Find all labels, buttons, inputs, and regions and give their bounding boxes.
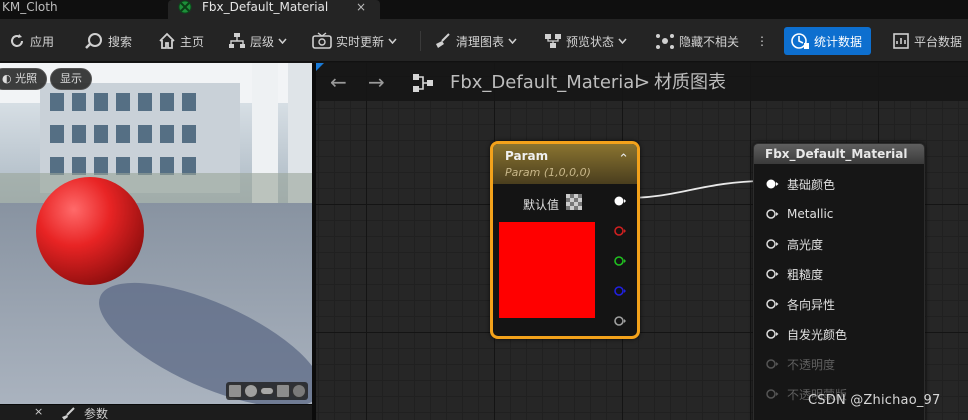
pin-empty-icon: [766, 209, 779, 219]
param-node-header[interactable]: Param Param (1,0,0,0) ⌃: [493, 144, 637, 184]
apply-button[interactable]: 应用: [8, 27, 54, 55]
home-button[interactable]: 主页: [158, 27, 204, 55]
hide-unrelated-button[interactable]: 隐藏不相关: [655, 27, 739, 55]
search-button[interactable]: 搜索: [84, 27, 132, 55]
tab-bar: KM_Cloth Fbx_Default_Material ×: [0, 0, 968, 19]
basecolor-wire: [627, 180, 767, 199]
hide-unrelated-icon: [656, 34, 674, 49]
close-panel-button[interactable]: ×: [34, 405, 43, 418]
plane-preview-icon[interactable]: [260, 387, 274, 395]
home-icon: [159, 32, 175, 49]
more-options-button[interactable]: ⋮: [756, 27, 768, 55]
pin-empty-icon: [766, 239, 779, 249]
input-pin-opacity: 不透明度: [766, 356, 835, 372]
output-pin-a[interactable]: [614, 316, 626, 326]
result-node-header[interactable]: Fbx_Default_Material: [754, 144, 924, 164]
material-graph-canvas[interactable]: ← → Fbx_Default_Material > 材质图表 Param Pa…: [316, 63, 968, 420]
input-pin-specular[interactable]: 高光度: [766, 236, 823, 252]
collapse-node-button[interactable]: ⌃: [618, 152, 629, 167]
param-vector-node[interactable]: Param Param (1,0,0,0) ⌃ 默认值: [490, 141, 640, 339]
search-icon: [85, 33, 102, 49]
cylinder-preview-icon[interactable]: [228, 384, 242, 398]
close-tab-button[interactable]: ×: [356, 0, 366, 15]
pin-empty-icon: [766, 329, 779, 339]
pin-empty-icon: [766, 269, 779, 279]
output-pin-b[interactable]: [614, 286, 626, 296]
live-update-dropdown[interactable]: 实时更新: [312, 27, 397, 55]
platform-icon: [893, 33, 909, 49]
clean-graph-dropdown[interactable]: 清理图表: [434, 27, 517, 55]
graph-breadcrumb-bar: ← → Fbx_Default_Material > 材质图表: [316, 63, 968, 101]
cube-preview-icon[interactable]: [276, 384, 290, 398]
tab-label: Fbx_Default_Material: [202, 0, 329, 14]
output-pin-r[interactable]: [614, 226, 626, 236]
more-icon: ⋮: [756, 34, 768, 48]
preview-scene: [0, 63, 312, 404]
graph-icon: [413, 74, 433, 92]
show-button[interactable]: 显示: [50, 68, 92, 90]
broom-icon: [436, 33, 450, 48]
input-pin-roughness[interactable]: 粗糙度: [766, 266, 823, 282]
preview-viewport[interactable]: ◐ 光照 显示: [0, 63, 312, 404]
forward-arrow-button[interactable]: →: [368, 72, 385, 92]
chevron-down-icon: [278, 38, 287, 44]
input-pin-emissive-color[interactable]: 自发光颜色: [766, 326, 847, 342]
back-arrow-button[interactable]: ←: [330, 72, 347, 92]
sphere-preview-icon[interactable]: [244, 384, 258, 398]
csdn-watermark: CSDN @Zhichao_97: [808, 393, 941, 408]
breadcrumb-separator: >: [635, 72, 651, 93]
pin-disabled-icon: [766, 359, 779, 369]
pin-disabled-icon: [766, 389, 779, 399]
default-value-label: 默认值: [523, 198, 560, 212]
pin-connected-icon: [766, 179, 779, 189]
output-pin-rgb[interactable]: [614, 196, 626, 206]
parameters-tab[interactable]: 参数: [84, 405, 108, 420]
breadcrumb-asset[interactable]: Fbx_Default_Material: [450, 72, 639, 94]
details-panel-tab: × 参数: [0, 404, 312, 420]
apply-icon: [11, 34, 23, 47]
output-pin-g[interactable]: [614, 256, 626, 266]
lighting-icon: ◐: [2, 72, 16, 85]
chevron-down-icon: [508, 38, 517, 44]
preview-state-icon: [545, 34, 561, 48]
teapot-preview-icon[interactable]: [292, 384, 306, 398]
param-node-subtitle: Param (1,0,0,0): [505, 166, 591, 179]
tab-fbx-default-material[interactable]: Fbx_Default_Material ×: [168, 0, 380, 19]
input-pin-metallic[interactable]: Metallic: [766, 206, 833, 222]
input-pin-base-color[interactable]: 基础颜色: [766, 176, 835, 192]
pin-empty-icon: [766, 299, 779, 309]
main-toolbar: 应用 搜索 主页 层级 实时更新 清理图表 预览状态 隐藏不相关 ⋮ 统计数据: [0, 19, 968, 62]
hierarchy-dropdown[interactable]: 层级: [228, 27, 287, 55]
preview-state-dropdown[interactable]: 预览状态: [544, 27, 627, 55]
tab-km-cloth[interactable]: KM_Cloth: [0, 0, 160, 19]
material-icon: [178, 0, 192, 14]
live-update-icon: [312, 32, 332, 49]
color-preview-swatch: [499, 222, 595, 318]
hierarchy-icon: [229, 33, 245, 48]
result-node-title: Fbx_Default_Material: [765, 147, 908, 161]
preview-shape-selector: [226, 382, 308, 400]
input-pin-anisotropy[interactable]: 各向异性: [766, 296, 835, 312]
param-node-title: Param: [505, 149, 549, 163]
tab-label: KM_Cloth: [2, 0, 58, 14]
chevron-down-icon: [618, 38, 627, 44]
stats-icon: [791, 33, 809, 49]
platform-stats-button[interactable]: 平台数据: [892, 27, 962, 55]
brush-icon: [62, 407, 75, 420]
chevron-down-icon: [388, 38, 397, 44]
toolbar-divider: [420, 31, 421, 51]
lit-mode-button[interactable]: ◐ 光照: [0, 68, 48, 90]
default-value-color-picker[interactable]: [566, 194, 582, 210]
breadcrumb-graph[interactable]: 材质图表: [654, 72, 726, 94]
stats-button[interactable]: 统计数据: [784, 27, 872, 55]
material-result-node[interactable]: Fbx_Default_Material 基础颜色 Metallic 高光度 粗…: [753, 143, 925, 420]
focus-marker: [316, 63, 324, 71]
